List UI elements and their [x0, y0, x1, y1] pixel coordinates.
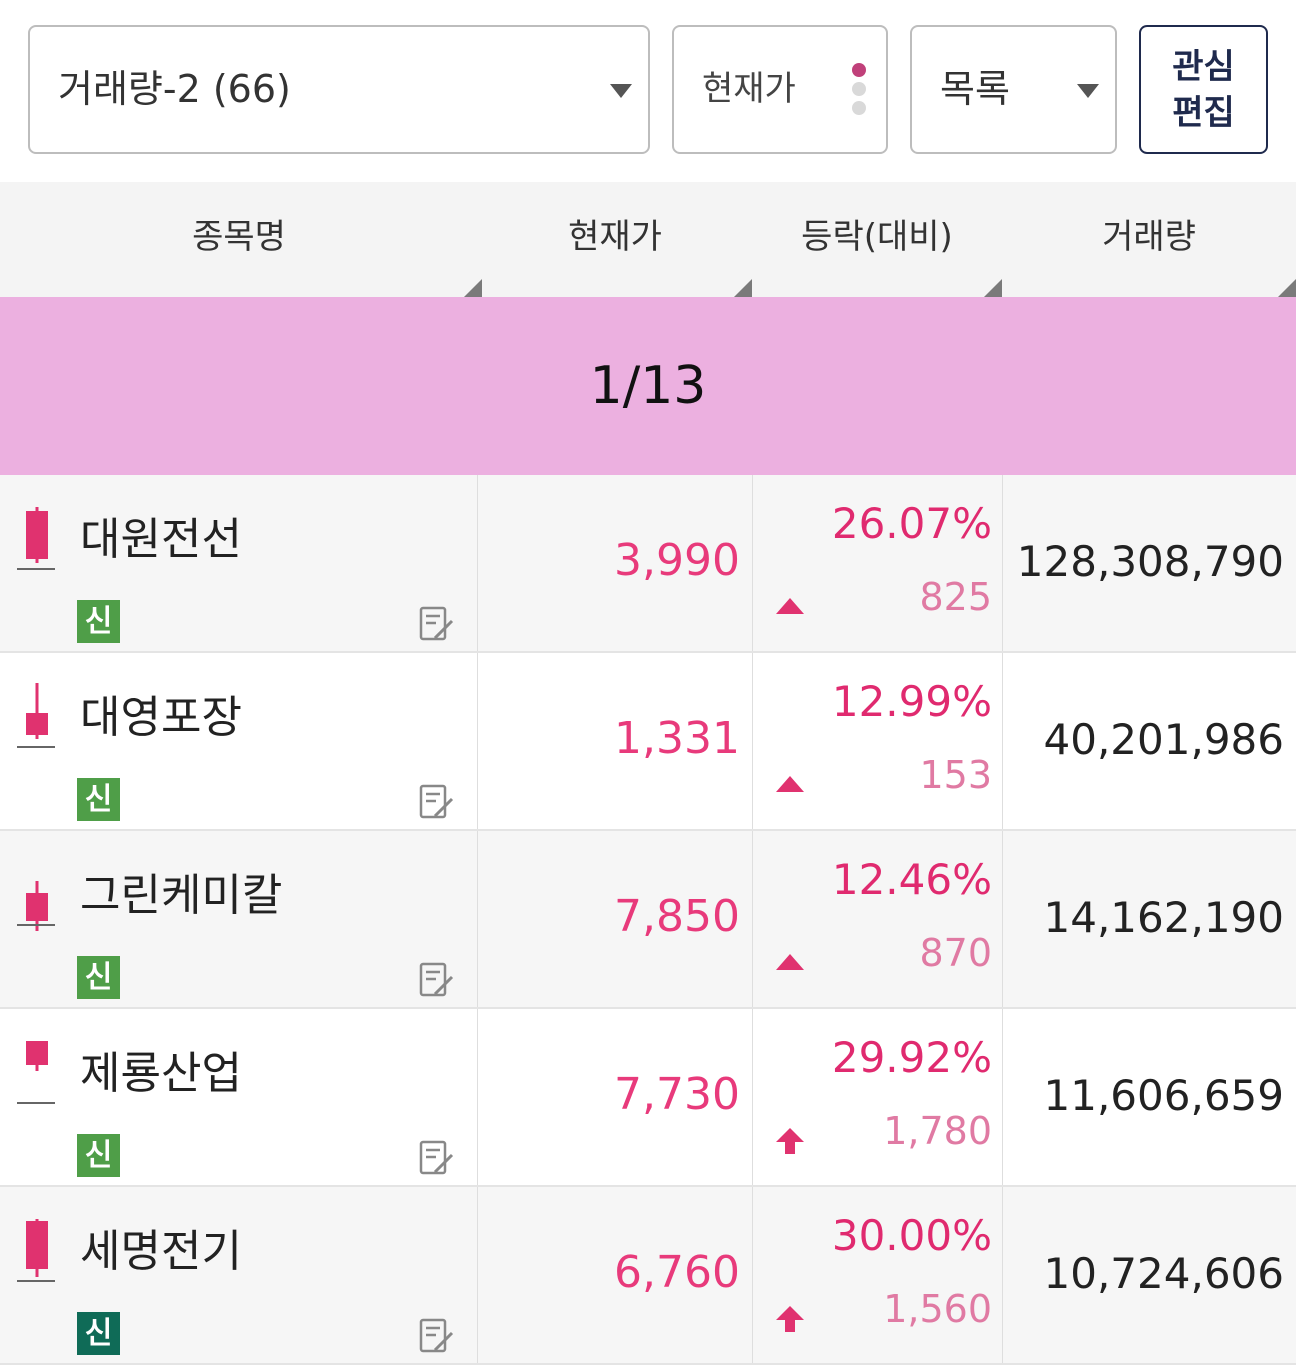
candlestick-icon: [17, 507, 55, 570]
price-display-toggle[interactable]: 현재가: [672, 25, 888, 154]
stock-row[interactable]: 제룡산업 신 7,730 29.92% 1,780 11,606,659: [0, 1009, 1296, 1187]
column-header-price[interactable]: 현재가: [478, 182, 752, 297]
change-rate: 12.46%: [831, 855, 992, 904]
candlestick-icon: [17, 1041, 55, 1104]
table-header: 종목명 현재가 등락(대비) 거래량: [0, 182, 1296, 299]
memo-edit-icon[interactable]: [418, 1139, 456, 1177]
sort-indicator-icon: [984, 279, 1002, 297]
toolbar: 거래량-2 (66) 현재가 목록 관심 편집: [0, 0, 1296, 182]
trade-volume: 14,162,190: [1043, 893, 1284, 942]
change-amount: 825: [919, 575, 992, 619]
change-amount: 1,780: [883, 1109, 992, 1153]
stock-name[interactable]: 대원전선: [80, 503, 242, 567]
new-listing-badge: 신: [77, 956, 120, 999]
column-header-change[interactable]: 등락(대비): [752, 182, 1002, 297]
memo-edit-icon[interactable]: [418, 961, 456, 999]
trade-volume: 10,724,606: [1043, 1249, 1284, 1298]
column-header-volume[interactable]: 거래량: [1002, 182, 1296, 297]
new-listing-badge: 신: [77, 600, 120, 643]
new-listing-badge: 신: [77, 778, 120, 821]
stock-list: 대원전선 신 3,990 26.07% 825 128,308,790 대영포장…: [0, 475, 1296, 1365]
trade-volume: 11,606,659: [1043, 1071, 1284, 1120]
change-amount: 1,560: [883, 1287, 992, 1331]
current-price: 7,850: [614, 891, 740, 942]
page-dots-icon: [852, 63, 866, 120]
edit-watchlist-button[interactable]: 관심 편집: [1139, 25, 1268, 154]
stock-row[interactable]: 대영포장 신 1,331 12.99% 153 40,201,986: [0, 653, 1296, 831]
trade-volume: 128,308,790: [1016, 537, 1284, 586]
sort-indicator-icon: [1278, 279, 1296, 297]
current-price: 3,990: [614, 535, 740, 586]
change-amount: 153: [919, 753, 992, 797]
memo-edit-icon[interactable]: [418, 605, 456, 643]
stock-name[interactable]: 그린케미칼: [80, 859, 282, 923]
view-mode-select[interactable]: 목록: [910, 25, 1117, 154]
page-indicator: 1/13: [0, 297, 1296, 477]
sort-indicator-icon: [734, 279, 752, 297]
column-header-name[interactable]: 종목명: [0, 182, 482, 297]
view-mode-label: 목록: [940, 67, 1010, 111]
chevron-down-icon: [1077, 84, 1099, 98]
current-price: 7,730: [614, 1069, 740, 1120]
memo-edit-icon[interactable]: [418, 783, 456, 821]
change-rate: 12.99%: [831, 677, 992, 726]
candlestick-icon: [17, 881, 55, 931]
trade-volume: 40,201,986: [1043, 715, 1284, 764]
stock-name[interactable]: 대영포장: [80, 681, 242, 745]
change-rate: 26.07%: [831, 499, 992, 548]
edit-watchlist-label: 관심 편집: [1172, 46, 1235, 133]
candlestick-icon: [17, 683, 55, 748]
stock-row[interactable]: 그린케미칼 신 7,850 12.46% 870 14,162,190: [0, 831, 1296, 1009]
change-rate: 30.00%: [831, 1211, 992, 1260]
watchlist-group-select[interactable]: 거래량-2 (66): [28, 25, 650, 154]
change-rate: 29.92%: [831, 1033, 992, 1082]
new-listing-badge: 신: [77, 1312, 120, 1355]
new-listing-badge: 신: [77, 1134, 120, 1177]
stock-row[interactable]: 세명전기 신 6,760 30.00% 1,560 10,724,606: [0, 1187, 1296, 1365]
change-amount: 870: [919, 931, 992, 975]
stock-name[interactable]: 세명전기: [80, 1215, 242, 1279]
memo-edit-icon[interactable]: [418, 1317, 456, 1355]
current-price: 6,760: [614, 1247, 740, 1298]
current-price: 1,331: [614, 713, 740, 764]
stock-name[interactable]: 제룡산업: [80, 1037, 242, 1101]
candlestick-icon: [17, 1219, 55, 1282]
watchlist-group-label: 거래량-2 (66): [58, 67, 291, 111]
chevron-down-icon: [610, 84, 632, 98]
price-toggle-label: 현재가: [702, 69, 796, 109]
stock-row[interactable]: 대원전선 신 3,990 26.07% 825 128,308,790: [0, 475, 1296, 653]
